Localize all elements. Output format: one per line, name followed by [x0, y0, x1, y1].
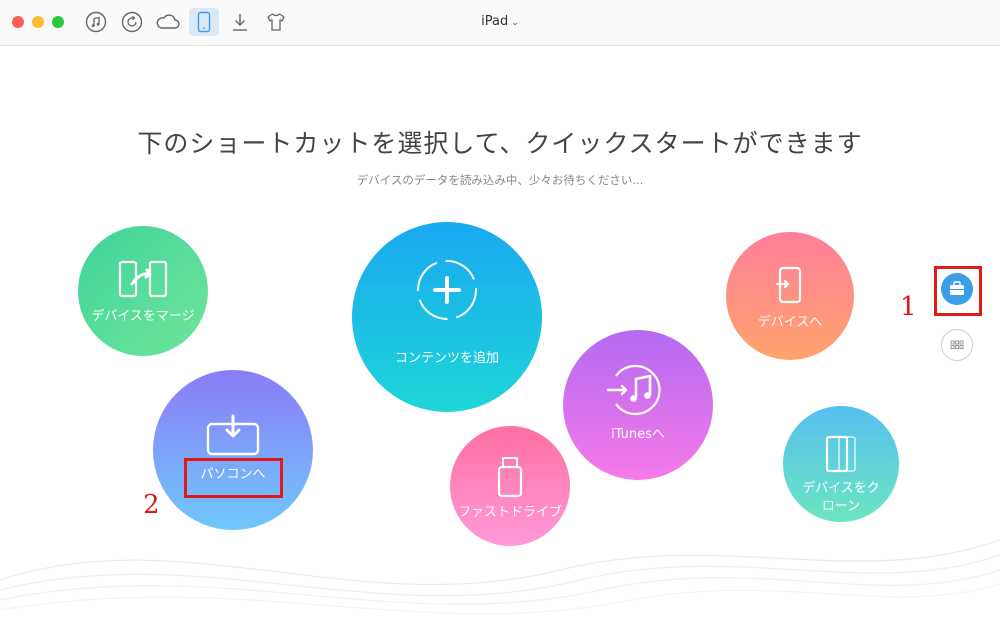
clone-label-line1: デバイスをク: [802, 481, 880, 496]
clone-device-button[interactable]: デバイスをク ローン: [783, 406, 899, 522]
to-pc-icon: [206, 414, 260, 456]
device-selector[interactable]: iPad ⌄: [0, 14, 1000, 29]
merge-devices-button[interactable]: デバイスをマージ: [78, 226, 208, 356]
annotation-number-1: 1: [900, 292, 917, 322]
callout-box-1: [934, 266, 982, 316]
quick-start-panel: 下のショートカットを選択して、クイックスタートができます デバイスのデータを読み…: [0, 46, 1000, 620]
loading-status: デバイスのデータを読み込み中、少々お待ちください...: [356, 173, 644, 187]
usb-drive-icon: [497, 457, 523, 498]
clone-label-line2: ローン: [821, 499, 861, 514]
fast-drive-label: ファストドライブ: [457, 505, 562, 520]
title-bar: iPad ⌄: [0, 0, 1000, 46]
page-title: 下のショートカットを選択して、クイックスタートができます: [137, 129, 863, 158]
to-device-button[interactable]: デバイスへ: [726, 232, 854, 360]
device-name: iPad: [481, 14, 509, 29]
callout-box-2: [184, 458, 283, 498]
merge-label: デバイスをマージ: [91, 309, 195, 324]
merge-icon: [118, 260, 168, 298]
itunes-label: iTunesへ: [611, 427, 665, 442]
to-itunes-button[interactable]: iTunesへ: [563, 330, 713, 480]
itunes-icon: [606, 364, 661, 416]
more-shortcuts-button[interactable]: [941, 329, 973, 361]
chevron-down-icon: ⌄: [511, 18, 519, 28]
clone-icon: [825, 435, 856, 473]
to-device-icon: [776, 266, 802, 304]
fast-drive-button[interactable]: ファストドライブ: [450, 426, 570, 546]
add-icon: [417, 260, 477, 320]
add-content-button[interactable]: コンテンツを追加: [352, 222, 542, 412]
to-device-label: デバイスへ: [757, 315, 823, 330]
annotation-number-2: 2: [143, 490, 160, 520]
grid-icon: [950, 340, 964, 349]
to-pc-button[interactable]: パソコンへ: [153, 370, 313, 530]
add-content-label: コンテンツを追加: [394, 351, 499, 366]
